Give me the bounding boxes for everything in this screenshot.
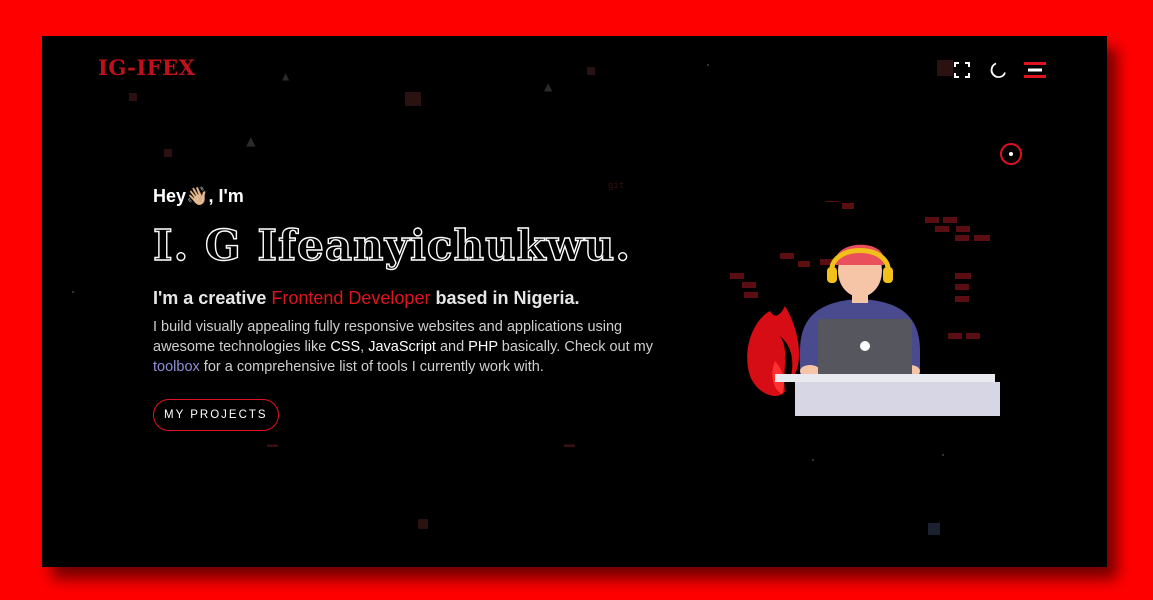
bg-linux-icon: ▲ [544,79,553,95]
tagline-prefix: I'm a creative [153,288,272,308]
hero-section: Hey👋🏼, I'm I. G Ifeanyichukwu. I'm a cre… [152,186,693,431]
header-nav [951,60,1047,80]
hero-tagline: I'm a creative Frontend Developer based … [153,288,693,309]
bg-js-icon [405,92,421,106]
my-projects-button[interactable]: MY PROJECTS [153,399,279,431]
desc-separator: , [360,339,369,355]
bg-square-icon [129,93,137,101]
wave-icon: 👋🏼 [186,186,209,206]
tech-javascript: JavaScript [368,339,436,355]
hero-description: I build visually appealing fully respons… [153,317,673,377]
bg-code-icon: ▬▬ [564,441,575,451]
theme-toggle-button[interactable] [987,60,1009,80]
custom-cursor [1000,143,1022,165]
fullscreen-button[interactable] [951,60,973,80]
moon-icon [990,62,1006,78]
bg-dot [707,64,709,66]
greeting: Hey👋🏼, I'm [153,186,693,207]
menu-button[interactable] [1023,60,1047,80]
laptop-logo [860,341,870,351]
desk-top [775,374,995,382]
flame-shape [747,306,800,396]
desc-text: for a comprehensive list of tools I curr… [199,359,544,375]
menu-icon [1024,62,1046,78]
tech-css: CSS [330,339,361,355]
tech-php: PHP [468,339,498,355]
developer-illustration [730,201,1000,416]
fullscreen-icon [954,62,970,78]
tagline-role: Frontend Developer [271,288,431,308]
bg-dot [72,291,74,293]
desc-text: basically. Check out my [497,339,653,355]
greeting-suffix: , I'm [208,186,244,206]
bg-square-icon [164,149,172,157]
bg-dot [942,454,944,456]
bg-linux-icon: ▲ [282,69,290,83]
bg-linux-icon: ▲ [246,131,256,150]
bg-dot [812,459,814,461]
bg-html-icon [418,519,428,529]
bg-code-icon: ▬▬ [267,441,278,451]
desc-separator: and [435,339,469,355]
toolbox-link[interactable]: toolbox [153,359,200,375]
desk-front [795,382,1000,416]
greeting-text: Hey [153,186,187,206]
brand-logo[interactable]: IG-IFEX [98,55,195,80]
page-frame: git ▲ ▲ ▲ ▬▬ ▬▬ IG-IFEX Hey👋🏼, I'm I. G … [42,36,1107,567]
bg-square-icon [928,523,940,535]
hero-name: I. G Ifeanyichukwu. [152,220,631,270]
tagline-suffix: based in Nigeria. [430,288,580,308]
bg-square-icon [587,67,595,75]
